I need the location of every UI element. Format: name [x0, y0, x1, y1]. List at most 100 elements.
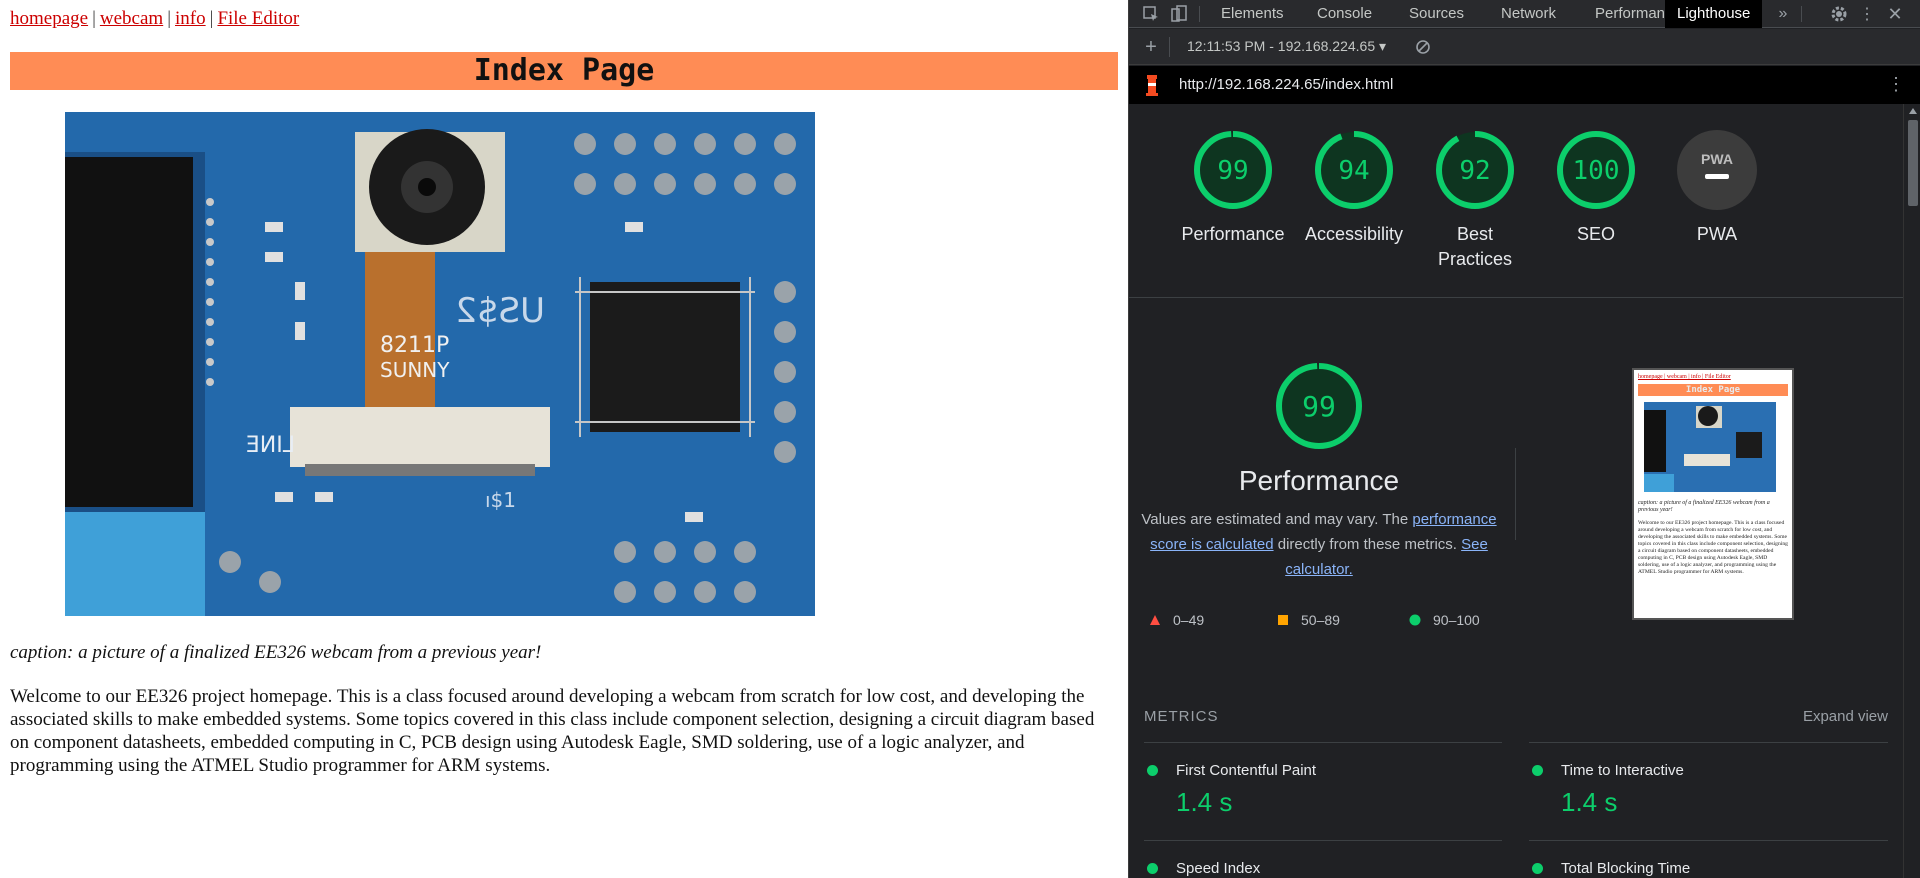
webpage: homepage | webcam | info | File Editor Index P… — [0, 0, 1128, 878]
webcam-board-photo: 8211P SUNNY LINE US$2 ı$1 — [65, 112, 815, 616]
nav-separator: | — [167, 8, 172, 29]
expand-view-button[interactable]: Expand view — [1803, 708, 1888, 725]
lighthouse-logo-icon — [1143, 74, 1161, 101]
performance-summary: 99 Performance Values are estimated and … — [1129, 360, 1509, 582]
page-title: Index Page — [473, 53, 655, 88]
url-menu-icon[interactable]: ⋮ — [1887, 74, 1905, 95]
toolbar-divider — [1199, 6, 1200, 22]
photo-chip-label: 8211P — [380, 333, 449, 358]
metric-divider — [1529, 840, 1888, 841]
metric-total-blocking-time: Total Blocking Time — [1529, 860, 1886, 877]
nav-link-info[interactable]: info — [175, 8, 206, 29]
tab-sources[interactable]: Sources — [1397, 0, 1476, 28]
lighthouse-url-bar: http://192.168.224.65/index.html ⋮ — [1129, 66, 1920, 104]
metric-divider — [1529, 742, 1888, 743]
inspect-icon[interactable] — [1141, 4, 1161, 24]
metric-value: 1.4 s — [1176, 787, 1233, 817]
lighthouse-report: 99 Performance 94 Accessibility 92 Best … — [1129, 104, 1903, 878]
devtools-tab-bar: Elements Console Sources Network Perform… — [1129, 0, 1920, 28]
legend-item-fail: 0–49 — [1149, 612, 1204, 628]
performance-title: Performance — [1238, 465, 1400, 496]
metric-divider — [1144, 742, 1502, 743]
score-value: 92 — [1459, 156, 1490, 186]
metric-name: First Contentful Paint — [1144, 762, 1501, 779]
performance-description: Values are estimated and may vary. The p… — [1139, 507, 1499, 582]
report-url[interactable]: http://192.168.224.65/index.html — [1179, 76, 1393, 93]
score-gauge-best-practices[interactable]: 92 Best Practices — [1419, 128, 1531, 272]
more-tabs-icon[interactable]: » — [1773, 4, 1793, 24]
top-nav: homepage | webcam | info | File Editor — [10, 8, 299, 30]
scroll-thumb[interactable] — [1908, 120, 1918, 206]
legend-range: 90–100 — [1433, 612, 1480, 628]
metric-value: 1.4 s — [1561, 787, 1618, 817]
nav-link-homepage[interactable]: homepage — [10, 8, 88, 29]
metric-divider — [1144, 840, 1502, 841]
desc-text: directly from these metrics. — [1277, 536, 1457, 553]
score-label: SEO — [1576, 224, 1615, 244]
performance-score-value: 99 — [1302, 390, 1336, 423]
metric-name: Time to Interactive — [1529, 762, 1886, 779]
score-value: 94 — [1338, 156, 1369, 186]
nav-link-file-editor[interactable]: File Editor — [217, 8, 299, 29]
report-selector[interactable]: 12:11:53 PM - 192.168.224.65 ▾ — [1187, 38, 1386, 55]
toolbar-divider — [1801, 6, 1802, 22]
performance-gauge-large: 99 — [1276, 363, 1362, 449]
tab-network[interactable]: Network — [1489, 0, 1568, 28]
legend-item-pass: 90–100 — [1409, 612, 1480, 628]
close-icon[interactable]: ✕ — [1885, 4, 1905, 24]
devtools-panel: Elements Console Sources Network Perform… — [1128, 0, 1920, 878]
report-time: 12:11:53 PM - 192.168.224.65 — [1187, 38, 1376, 54]
final-screenshot-thumbnail[interactable]: homepage | webcam | info | File Editor I… — [1632, 368, 1794, 620]
photo-silk-bottom: ı$1 — [485, 488, 516, 512]
metric-name: Speed Index — [1144, 860, 1501, 877]
photo-silk-left: LINE — [246, 433, 295, 458]
metric-speed-index: Speed Index — [1144, 860, 1501, 877]
photo-silk-right: US$2 — [455, 291, 545, 331]
device-toggle-icon[interactable] — [1169, 4, 1189, 24]
toolbar-divider — [1169, 37, 1170, 57]
circle-icon — [1409, 614, 1421, 626]
score-gauge-accessibility[interactable]: 94 Accessibility — [1298, 128, 1410, 247]
nav-separator: | — [92, 8, 96, 29]
dropdown-icon: ▾ — [1379, 38, 1387, 54]
legend-range: 50–89 — [1301, 612, 1340, 628]
nav-link-webcam[interactable]: webcam — [100, 8, 163, 29]
thumb-photo — [1644, 402, 1776, 492]
square-icon — [1278, 615, 1288, 625]
photo-brand-label: SUNNY — [380, 358, 450, 382]
score-gauge-pwa[interactable]: PWA PWA — [1661, 128, 1773, 247]
thumb-text: Welcome to our EE326 project homepage. T… — [1638, 520, 1788, 575]
vertical-divider — [1515, 448, 1516, 540]
metric-name: Total Blocking Time — [1529, 860, 1886, 877]
thumb-caption: caption: a picture of a finalized EE326 … — [1638, 500, 1770, 513]
clear-icon[interactable] — [1413, 37, 1433, 57]
score-label: Best Practices — [1437, 224, 1513, 269]
intro-paragraph: Welcome to our EE326 project homepage. T… — [10, 686, 1095, 776]
metrics-title: METRICS — [1144, 708, 1219, 725]
metric-first-contentful-paint: First Contentful Paint 1.4 s — [1144, 762, 1501, 818]
kebab-menu-icon[interactable]: ⋮ — [1857, 4, 1877, 24]
title-banner: Index Page — [10, 52, 1118, 90]
thumb-nav: homepage | webcam | info | File Editor — [1638, 374, 1731, 380]
triangle-icon — [1150, 615, 1160, 625]
thumb-title: Index Page — [1638, 384, 1788, 396]
tab-console[interactable]: Console — [1305, 0, 1384, 28]
score-label: Accessibility — [1304, 224, 1404, 244]
desc-text: Values are estimated and may vary. The — [1141, 511, 1409, 528]
add-icon[interactable]: + — [1141, 36, 1161, 58]
scroll-up-icon[interactable] — [1909, 108, 1917, 114]
section-divider — [1129, 297, 1903, 298]
settings-icon[interactable] — [1829, 4, 1849, 24]
score-gauge-seo[interactable]: 100 SEO — [1540, 128, 1652, 247]
report-scrollbar[interactable] — [1903, 104, 1920, 878]
score-label: Performance — [1181, 224, 1285, 244]
tab-elements[interactable]: Elements — [1209, 0, 1296, 28]
legend-range: 0–49 — [1173, 612, 1205, 628]
score-value: 99 — [1217, 156, 1248, 186]
nav-separator: | — [209, 8, 214, 29]
score-gauge-performance[interactable]: 99 Performance — [1177, 128, 1289, 247]
tab-lighthouse[interactable]: Lighthouse — [1665, 0, 1763, 28]
lighthouse-toolbar: + 12:11:53 PM - 192.168.224.65 ▾ — [1129, 29, 1920, 65]
photo-caption: caption: a picture of a finalized EE326 … — [10, 642, 542, 663]
score-label: PWA — [1696, 224, 1738, 244]
